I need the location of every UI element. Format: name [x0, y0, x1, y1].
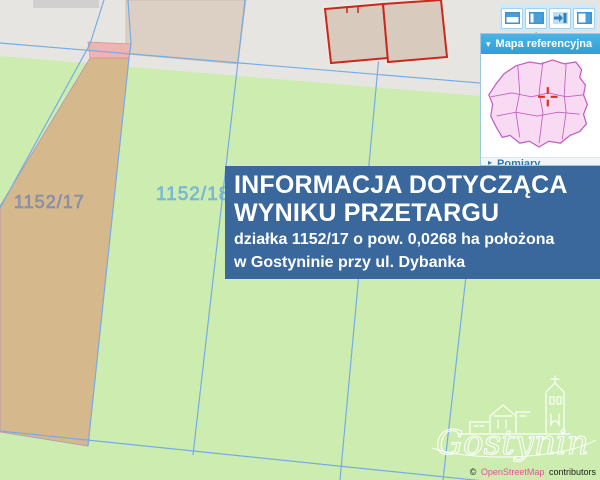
- window-top-panel-button[interactable]: [501, 7, 523, 29]
- section-header-pomiary[interactable]: ▸ Pomiary: [481, 157, 600, 166]
- attribution-suffix: contributors: [548, 467, 596, 477]
- reference-panel-header[interactable]: ▾ Mapa referencyjna: [481, 34, 600, 54]
- window-top-panel-icon: [504, 12, 520, 24]
- selection-strip: [87, 41, 132, 59]
- map-toolbar: [499, 4, 597, 32]
- chevron-down-icon: ▾: [486, 38, 491, 49]
- overlay-title-line2: WYNIKU PRZETARGU: [234, 199, 500, 227]
- map-attribution: © OpenStreetMap contributors: [470, 467, 596, 477]
- parcel-label-1152-17: 1152/17: [14, 192, 85, 213]
- road-patch: [33, 0, 99, 8]
- section-title-pomiary: Pomiary: [497, 158, 541, 166]
- building-footprints: [322, 0, 450, 66]
- map-viewport: 1152/17 1152/18 ▾ Mapa referencyjna ▸ Po…: [0, 0, 600, 480]
- chevron-right-icon: ▸: [488, 158, 493, 166]
- collapse-side-panel-icon: [576, 12, 592, 24]
- overlay-title-line1: INFORMACJA DOTYCZĄCA: [234, 171, 568, 199]
- auction-info-overlay: INFORMACJA DOTYCZĄCA WYNIKU PRZETARGU dz…: [225, 166, 600, 279]
- parcel-label-1152-18: 1152/18: [156, 184, 231, 206]
- reference-map-body[interactable]: [481, 54, 600, 157]
- reference-panel: ▾ Mapa referencyjna ▸ Pomiary: [480, 33, 600, 166]
- gostynin-skyline-icon: Gostynin: [431, 375, 597, 464]
- poland-overview-map: [487, 59, 588, 148]
- panel-fill-button[interactable]: [525, 7, 547, 29]
- gostynin-watermark: Gostynin: [428, 370, 600, 471]
- collapse-side-panel-button[interactable]: [573, 7, 595, 29]
- panel-fill-icon: [528, 12, 544, 24]
- arrow-into-panel-button[interactable]: [549, 7, 571, 29]
- overlay-body-line1: działka 1152/17 o pow. 0,0268 ha położon…: [234, 231, 555, 248]
- openstreetmap-link[interactable]: OpenStreetMap: [481, 467, 545, 477]
- overlay-body-line2: w Gostyninie przy ul. Dybanka: [234, 254, 466, 271]
- copyright-symbol: ©: [469, 467, 477, 477]
- arrow-into-panel-icon: [552, 12, 568, 24]
- reference-panel-title: Mapa referencyjna: [495, 38, 593, 50]
